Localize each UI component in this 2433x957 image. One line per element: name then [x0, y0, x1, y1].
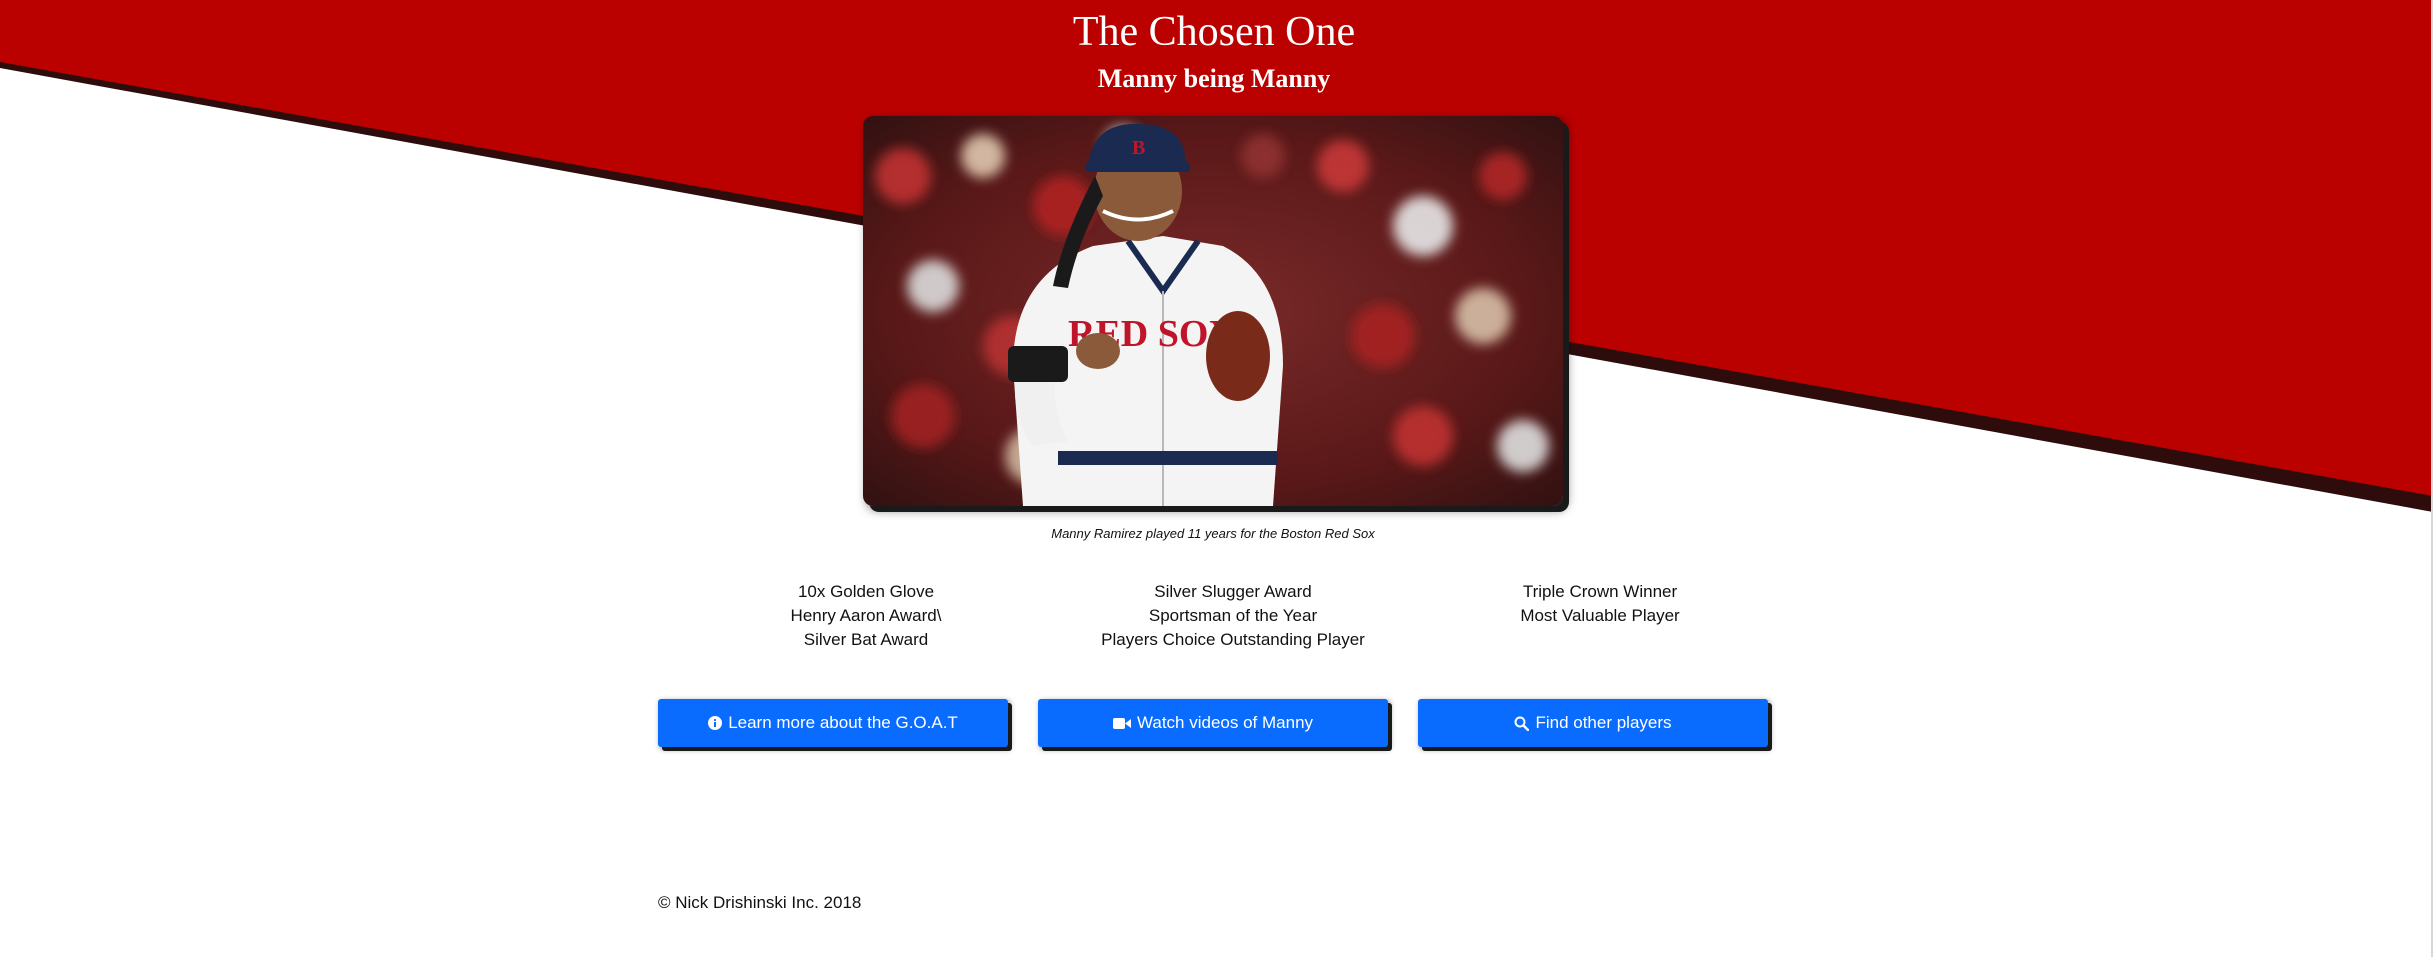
photo-caption: Manny Ramirez played 11 years for the Bo… — [1051, 526, 1375, 541]
award-item: Silver Bat Award — [803, 630, 929, 649]
player-photo: RED SOX B — [863, 116, 1563, 506]
learn-more-button[interactable]: Learn more about the G.O.A.T — [658, 699, 1008, 747]
award-item: 10x Golden Glove — [797, 582, 935, 601]
award-item: Sportsman of the Year — [1148, 606, 1318, 625]
award-item: Triple Crown Winner — [1522, 582, 1678, 601]
awards-column-1: 10x Golden Glove Henry Aaron Award\ Silv… — [706, 580, 1026, 652]
awards-column-3: Triple Crown Winner Most Valuable Player — [1440, 580, 1760, 628]
award-item: Silver Slugger Award — [1154, 582, 1312, 601]
page-title: The Chosen One — [1072, 9, 1356, 55]
watch-videos-label: Watch videos of Manny — [1136, 713, 1314, 732]
award-item: Players Choice Outstanding Player — [1101, 630, 1365, 649]
footer-copyright: © Nick Drishinski Inc. 2018 — [658, 893, 862, 912]
video-camera-icon — [1112, 717, 1131, 730]
info-icon — [708, 716, 723, 730]
find-players-button[interactable]: Find other players — [1418, 699, 1768, 747]
find-players-label: Find other players — [1535, 713, 1672, 732]
page-subtitle: Manny being Manny — [1097, 64, 1331, 93]
watch-videos-button[interactable]: Watch videos of Manny — [1038, 699, 1388, 747]
award-item: Henry Aaron Award\ — [790, 606, 942, 625]
awards-column-2: Silver Slugger Award Sportsman of the Ye… — [1073, 580, 1393, 652]
search-icon — [1514, 716, 1530, 731]
award-item: Most Valuable Player — [1520, 606, 1680, 625]
svg-text:B: B — [1132, 137, 1145, 159]
learn-more-label: Learn more about the G.O.A.T — [728, 713, 958, 732]
